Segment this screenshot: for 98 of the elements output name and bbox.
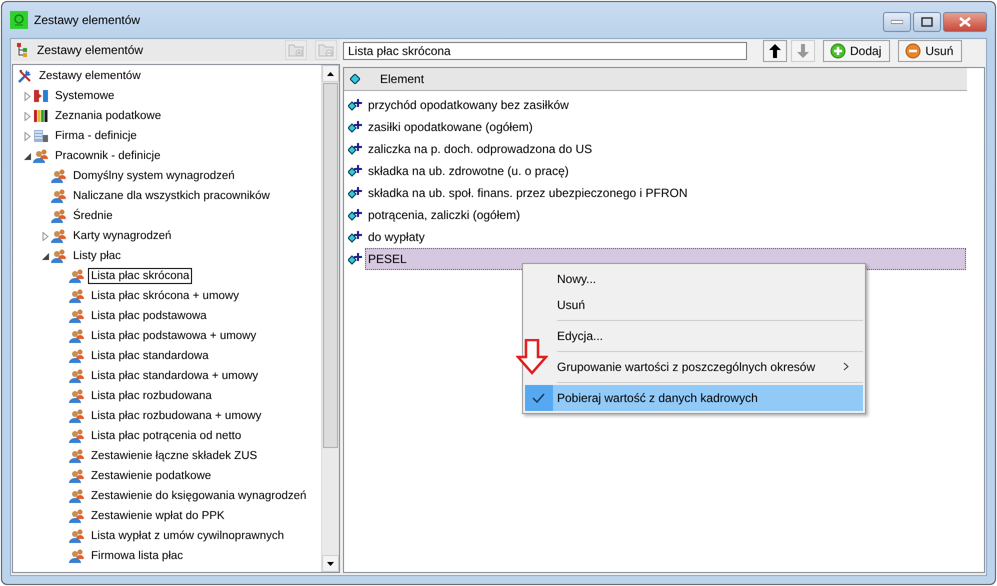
up-arrow-icon (769, 44, 781, 58)
app-icon (10, 11, 28, 29)
name-field[interactable]: Lista płac skrócona (343, 42, 747, 60)
tree-item[interactable]: Średnie (70, 208, 116, 224)
tree-item[interactable]: Karty wynagrodzeń (70, 228, 174, 244)
tree-item[interactable]: Lista płac standardowa (88, 348, 212, 364)
scroll-down-icon[interactable] (327, 562, 334, 566)
tree-item[interactable]: Lista płac skrócona (88, 268, 192, 284)
element-icon (348, 121, 362, 133)
collapse-icon[interactable] (40, 252, 50, 260)
people-icon (51, 208, 67, 224)
scrollbar[interactable] (321, 65, 339, 572)
scroll-up-icon[interactable] (327, 72, 334, 76)
expand-icon[interactable] (22, 132, 32, 140)
plus-icon (830, 43, 846, 59)
tree-item[interactable]: Zestawienie podatkowe (88, 468, 214, 484)
menu-item[interactable]: Grupowanie wartości z poszczególnych okresów (553, 354, 863, 380)
people-icon (69, 388, 85, 404)
people-icon (69, 348, 85, 364)
element-icon (348, 209, 362, 221)
tree-item[interactable]: Systemowe (52, 88, 118, 104)
people-icon (69, 448, 85, 464)
window-title: Zestawy elementów (34, 13, 142, 27)
building-icon (33, 128, 49, 144)
tree-item[interactable]: Zestawy elementów (36, 68, 144, 84)
menu-item[interactable]: Pobieraj wartość z danych kadrowych (553, 385, 863, 411)
element-icon (348, 143, 362, 155)
people-icon (69, 268, 85, 284)
element-icon (348, 187, 362, 199)
people-icon (69, 368, 85, 384)
diamond-icon (350, 74, 360, 84)
down-arrow-icon (797, 44, 809, 58)
minimize-button[interactable] (883, 12, 911, 32)
tree-item[interactable]: Zestawienie do księgowania wynagrodzeń (88, 488, 310, 504)
element-icon (348, 165, 362, 177)
people-icon (69, 468, 85, 484)
move-up-button[interactable] (763, 40, 787, 62)
maximize-button[interactable] (913, 12, 941, 32)
people-icon (69, 548, 85, 564)
tools-icon (17, 68, 33, 84)
tree-item[interactable]: Lista płac podstawowa (88, 308, 210, 324)
list-item[interactable]: potrącenia, zaliczki (ogółem) (365, 204, 966, 226)
tree-item[interactable]: Zeznania podatkowe (52, 108, 164, 124)
column-header[interactable]: Element (344, 68, 967, 91)
collapse-icon[interactable] (22, 152, 32, 160)
annotation-arrow-icon (516, 339, 548, 375)
list-item[interactable]: składka na ub. społ. finans. przez ubezpieczonego i PFRON (365, 182, 966, 204)
tree-item[interactable]: Lista płac skrócona + umowy (88, 288, 242, 304)
element-icon (348, 231, 362, 243)
tree-item[interactable]: Lista płac rozbudowana + umowy (88, 408, 264, 424)
people-icon (69, 328, 85, 344)
tree-item[interactable]: Lista płac standardowa + umowy (88, 368, 262, 384)
tree-item[interactable]: Zestawienie łączne składek ZUS (88, 448, 260, 464)
people-icon (33, 148, 49, 164)
people-icon (69, 408, 85, 424)
tree-item[interactable]: Lista wypłat z umów cywilnoprawnych (88, 528, 288, 544)
close-button[interactable] (943, 12, 987, 32)
tree-item[interactable]: Firma - definicje (52, 128, 140, 144)
people-icon (69, 308, 85, 324)
list-item[interactable]: zasiłki opodatkowane (ogółem) (365, 116, 966, 138)
people-icon (51, 188, 67, 204)
people-icon (51, 248, 67, 264)
tree-item[interactable]: Firmowa lista płac (88, 548, 186, 564)
people-icon (51, 228, 67, 244)
list-item[interactable]: składka na ub. zdrowotne (u. o pracę) (365, 160, 966, 182)
list-item[interactable]: przychód opodatkowany bez zasiłków (365, 94, 966, 116)
menu-item[interactable]: Edycja... (553, 323, 863, 349)
tree-item[interactable]: Listy płac (70, 248, 124, 264)
blocks-icon (33, 88, 49, 104)
people-icon (69, 528, 85, 544)
tree-item[interactable]: Lista płac podstawowa + umowy (88, 328, 260, 344)
add-button[interactable]: Dodaj (823, 40, 890, 62)
tree-item[interactable]: Lista płac rozbudowana (88, 388, 215, 404)
remove-button[interactable]: Usuń (898, 40, 962, 62)
expand-icon[interactable] (22, 112, 32, 120)
tree-item[interactable]: Lista płac potrącenia od netto (88, 428, 244, 444)
element-icon (348, 253, 362, 265)
element-icon (348, 99, 362, 111)
tree-item[interactable]: Zestawienie wpłat do PPK (88, 508, 228, 524)
panel-title: Zestawy elementów (37, 43, 144, 57)
tree-item[interactable]: Naliczane dla wszystkich pracowników (70, 188, 273, 204)
people-icon (69, 508, 85, 524)
expand-icon[interactable] (22, 92, 32, 100)
minimize-icon (891, 20, 903, 24)
maximize-icon (921, 17, 933, 27)
close-icon (959, 17, 971, 27)
list-item[interactable]: zaliczka na p. doch. odprowadzona do US (365, 138, 966, 160)
binders-icon (33, 108, 49, 124)
tree-item[interactable]: Pracownik - definicje (52, 148, 164, 164)
menu-item[interactable]: Usuń (553, 292, 863, 318)
people-icon (69, 288, 85, 304)
list-item[interactable]: do wypłaty (365, 226, 966, 248)
people-icon (69, 488, 85, 504)
tree-item[interactable]: Domyślny system wynagrodzeń (70, 168, 238, 184)
people-icon (51, 168, 67, 184)
people-icon (69, 428, 85, 444)
expand-icon[interactable] (40, 232, 50, 240)
minus-icon (905, 43, 922, 59)
